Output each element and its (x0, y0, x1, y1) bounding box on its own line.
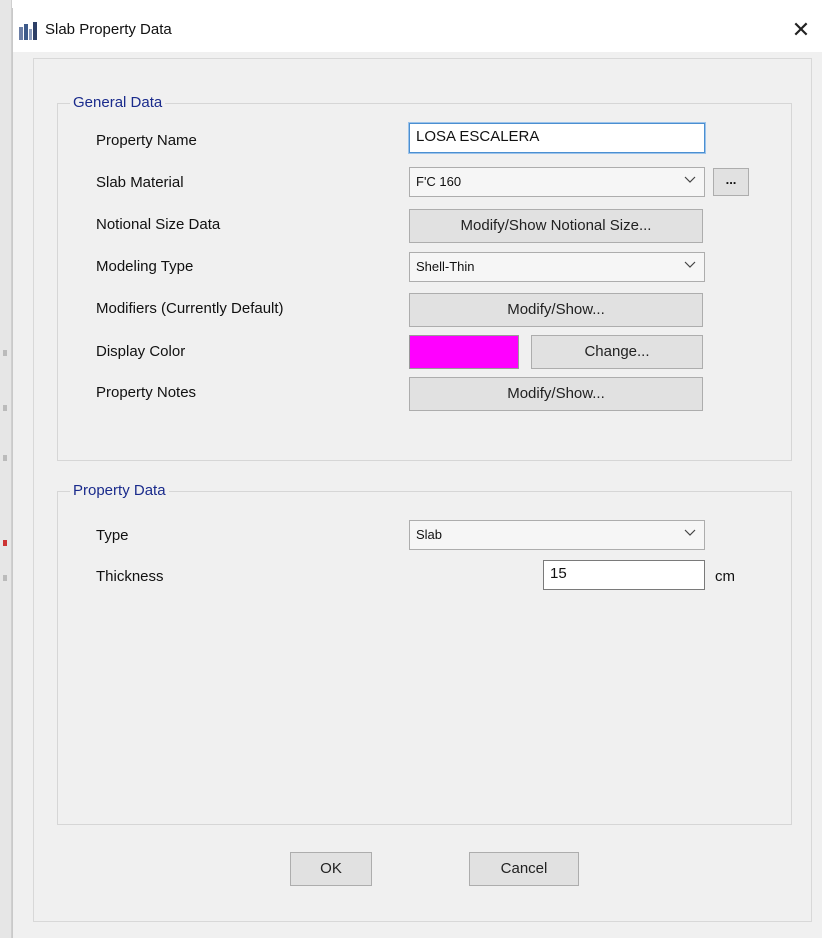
modeling-type-label: Modeling Type (96, 258, 194, 275)
change-color-button[interactable]: Change... (531, 335, 703, 369)
property-notes-label: Property Notes (96, 384, 197, 401)
type-value: Slab (416, 527, 443, 542)
slab-property-dialog: Slab Property Data ✕ General Data Proper… (12, 8, 822, 938)
background-window-edge (0, 0, 12, 938)
chevron-down-icon (684, 176, 696, 183)
property-notes-button[interactable]: Modify/Show... (409, 377, 703, 411)
display-color-label: Display Color (96, 343, 186, 360)
type-select[interactable]: Slab (409, 520, 705, 550)
property-name-label: Property Name (96, 132, 197, 149)
property-name-input[interactable]: LOSA ESCALERA (409, 123, 705, 153)
material-more-button[interactable]: ... (713, 168, 749, 196)
dialog-body: General Data Property Name LOSA ESCALERA… (33, 58, 812, 922)
title-bar: Slab Property Data ✕ (13, 8, 822, 52)
thickness-unit: cm (715, 568, 735, 585)
ok-button[interactable]: OK (290, 852, 372, 886)
type-label: Type (96, 527, 129, 544)
window-title: Slab Property Data (45, 21, 172, 38)
cancel-button[interactable]: Cancel (469, 852, 579, 886)
thickness-input[interactable]: 15 (543, 560, 705, 590)
modifiers-label: Modifiers (Currently Default) (96, 300, 284, 317)
display-color-swatch (409, 335, 519, 369)
modifiers-button[interactable]: Modify/Show... (409, 293, 703, 327)
close-icon: ✕ (791, 17, 811, 42)
notional-size-button[interactable]: Modify/Show Notional Size... (409, 209, 703, 243)
property-data-title: Property Data (70, 482, 169, 499)
modeling-type-value: Shell-Thin (416, 259, 475, 274)
close-button[interactable]: ✕ (779, 8, 822, 52)
app-icon (19, 22, 37, 40)
modeling-type-select[interactable]: Shell-Thin (409, 252, 705, 282)
slab-material-value: F'C 160 (416, 174, 462, 189)
thickness-label: Thickness (96, 568, 164, 585)
notional-size-label: Notional Size Data (96, 216, 221, 233)
general-data-group: General Data Property Name LOSA ESCALERA… (57, 94, 792, 461)
general-data-title: General Data (70, 94, 166, 111)
property-data-group: Property Data Type Slab Thickness 15 cm (57, 482, 792, 825)
slab-material-select[interactable]: F'C 160 (409, 167, 705, 197)
chevron-down-icon (684, 261, 696, 268)
chevron-down-icon (684, 529, 696, 536)
slab-material-label: Slab Material (96, 174, 184, 191)
